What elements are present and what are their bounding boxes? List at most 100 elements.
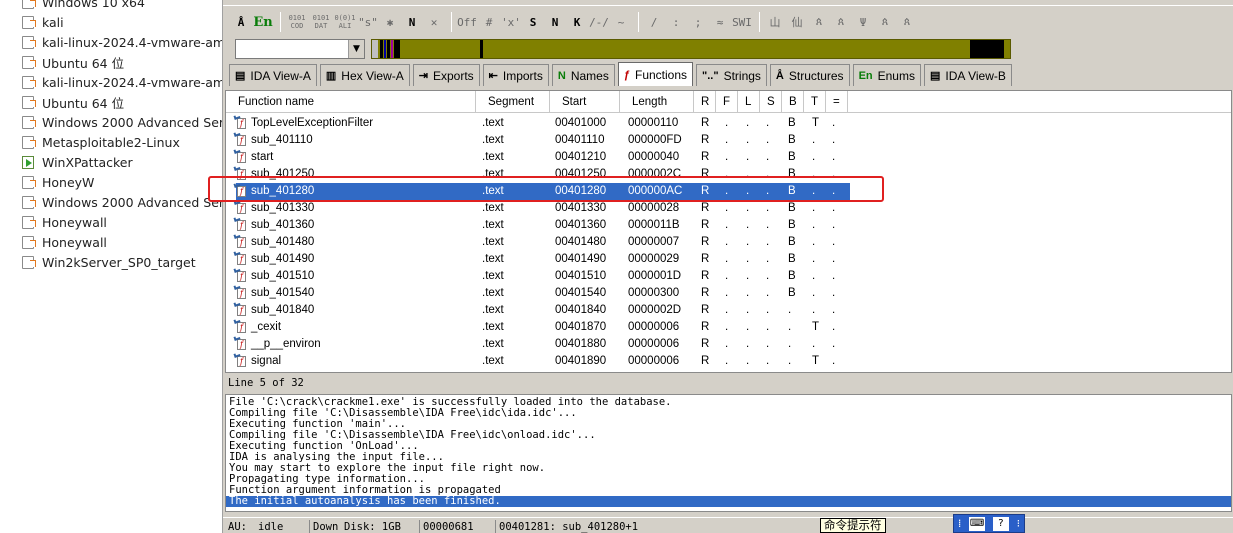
- vm-item[interactable]: Metasploitable2-Linux: [22, 132, 222, 152]
- table-row[interactable]: f sub_401540 .text 00401540 00000300 R... B..: [226, 284, 1231, 302]
- toolbar-button[interactable]: #: [479, 11, 499, 33]
- vm-item[interactable]: Windows 2000 Advanced Server: [22, 192, 222, 212]
- view-tabs: ▤ IDA View-A ▥ Hex View-A ⇥ Exports ⇤ Imports N N…: [229, 62, 1229, 88]
- help-icon[interactable]: ?: [992, 516, 1009, 531]
- toolbar-button[interactable]: ✕: [424, 11, 444, 33]
- vm-item[interactable]: kali-linux-2024.4-vmware-amd64: [22, 72, 222, 92]
- column-header[interactable]: L: [738, 91, 760, 113]
- toolbar-button[interactable]: ✱: [380, 11, 400, 33]
- toolbar-button[interactable]: N: [402, 11, 422, 33]
- vm-item-label: Metasploitable2-Linux: [42, 134, 180, 150]
- table-row[interactable]: f sub_401110 .text 00401110 000000FD R... B..: [226, 131, 1231, 149]
- vm-item-label: WinXPattacker: [42, 154, 133, 170]
- column-header[interactable]: R: [694, 91, 716, 113]
- tab-strings[interactable]: ".." Strings: [696, 64, 767, 86]
- toolbar-button[interactable]: ጰ: [897, 11, 917, 33]
- table-row[interactable]: f signal .text 00401890 00000006 R.... T.: [226, 352, 1231, 370]
- toolbar-button[interactable]: ~: [611, 11, 631, 33]
- table-row[interactable]: f sub_401510 .text 00401510 0000001D R... B..: [226, 267, 1231, 285]
- vm-item[interactable]: WinXPattacker: [22, 152, 222, 172]
- vm-item[interactable]: Honeywall: [22, 232, 222, 252]
- tab-names[interactable]: N Names: [551, 64, 615, 86]
- cell-name: sub_401330: [251, 202, 315, 214]
- vm-item-label: kali-linux-2024.4-vmware-amd64: [42, 74, 222, 90]
- cell-b: .: [788, 321, 792, 333]
- column-header[interactable]: F: [716, 91, 738, 113]
- tab-hex-view-a[interactable]: ▥ Hex View-A: [319, 64, 410, 86]
- navigation-band[interactable]: [371, 39, 1011, 59]
- tab-enums[interactable]: En Enums: [852, 64, 921, 86]
- toolbar-button[interactable]: :: [666, 11, 686, 33]
- vm-item[interactable]: kali-linux-2024.4-vmware-amd64: [22, 32, 222, 52]
- table-row[interactable]: f sub_401840 .text 00401840 0000002D R......: [226, 301, 1231, 319]
- table-row[interactable]: f sub_401360 .text 00401360 0000011B R... B..: [226, 216, 1231, 234]
- vm-item-label: Honeywall: [42, 214, 107, 230]
- toolbar-button[interactable]: S: [523, 11, 543, 33]
- toolbar-button[interactable]: ጰ: [809, 11, 829, 33]
- chevron-down-icon[interactable]: ▼: [348, 40, 364, 58]
- cell-segment: .text: [482, 236, 504, 248]
- toolbar-button[interactable]: SWI: [732, 11, 752, 33]
- toolbar-button[interactable]: /-/: [589, 11, 609, 33]
- toolbar-button[interactable]: "s": [358, 11, 378, 33]
- table-row[interactable]: f sub_401490 .text 00401490 00000029 R... B..: [226, 250, 1231, 268]
- toolbar-button[interactable]: Ψ: [853, 11, 873, 33]
- vm-item[interactable]: HoneyW: [22, 172, 222, 192]
- toolbar-button[interactable]: ጰ: [831, 11, 851, 33]
- toolbar-button[interactable]: N: [545, 11, 565, 33]
- toolbar-button[interactable]: ጰ: [875, 11, 895, 33]
- vm-item[interactable]: Win2kServer_SP0_target: [22, 252, 222, 272]
- table-row[interactable]: f sub_401480 .text 00401480 00000007 R... B..: [226, 233, 1231, 251]
- toolbar-button[interactable]: 0101 DAT: [310, 11, 332, 33]
- cell-s: .: [766, 117, 770, 129]
- column-header[interactable]: T: [804, 91, 826, 113]
- toolbar-button[interactable]: 0(0)1 ALI: [334, 11, 356, 33]
- tab-exports[interactable]: ⇥ Exports: [412, 64, 480, 86]
- table-row[interactable]: f sub_401330 .text 00401330 00000028 R... B..: [226, 199, 1231, 217]
- cell-b: B: [788, 219, 796, 231]
- toolbar-button[interactable]: /: [644, 11, 664, 33]
- vm-item[interactable]: kali: [22, 12, 222, 32]
- toolbar-button[interactable]: 0101 COD: [286, 11, 308, 33]
- tab-functions[interactable]: ƒ Functions: [617, 62, 694, 86]
- table-row[interactable]: f __p__environ .text 00401880 00000006 R.....…: [226, 335, 1231, 353]
- tab-ida-view-a[interactable]: ▤ IDA View-A: [229, 64, 317, 86]
- tab-imports[interactable]: ⇤ Imports: [482, 64, 549, 86]
- segment-select[interactable]: ▼: [235, 39, 365, 59]
- column-header[interactable]: =: [826, 91, 848, 113]
- cell-r: R: [701, 219, 710, 231]
- input-method-tray[interactable]: ⁞ ⌨ ? ⁝: [953, 514, 1025, 533]
- column-header[interactable]: Segment: [476, 91, 550, 113]
- tab-structures[interactable]: Å Structures: [769, 64, 850, 86]
- toolbar-button[interactable]: ;: [688, 11, 708, 33]
- toolbar-button[interactable]: En: [253, 11, 273, 33]
- column-header[interactable]: Start: [550, 91, 620, 113]
- column-header[interactable]: Length: [620, 91, 694, 113]
- vm-item[interactable]: Honeywall: [22, 212, 222, 232]
- toolbar-button[interactable]: K: [567, 11, 587, 33]
- nav-band-cursor: [480, 40, 483, 58]
- toolbar-button[interactable]: Å: [231, 11, 251, 33]
- keyboard-icon[interactable]: ⌨: [969, 516, 986, 531]
- table-row[interactable]: f _cexit .text 00401870 00000006 R.... T.: [226, 318, 1231, 336]
- cell-name: sub_401510: [251, 270, 315, 282]
- vm-item[interactable]: Ubuntu 64 位: [22, 92, 222, 112]
- tab-ida-view-b[interactable]: ▤ IDA View-B: [923, 64, 1012, 86]
- column-header[interactable]: Function name: [226, 91, 476, 113]
- table-row[interactable]: f start .text 00401210 00000040 R... B..: [226, 148, 1231, 166]
- toolbar-button[interactable]: Off: [457, 11, 477, 33]
- output-window[interactable]: File 'C:\crack\crackme1.exe' is successf…: [225, 394, 1232, 512]
- nav-band-marker: [394, 40, 400, 58]
- vm-item[interactable]: Windows 2000 Advanced Server: [22, 112, 222, 132]
- toolbar-button[interactable]: 仙: [787, 11, 807, 33]
- toolbar-button[interactable]: 'x': [501, 11, 521, 33]
- toolbar-button[interactable]: 山: [765, 11, 785, 33]
- toolbar-button[interactable]: ≈: [710, 11, 730, 33]
- table-row[interactable]: f TopLevelExceptionFilter .text 00401000 000…: [226, 114, 1231, 132]
- tray-menu-icon[interactable]: ⁝: [1017, 517, 1021, 530]
- vm-item[interactable]: Ubuntu 64 位: [22, 52, 222, 72]
- column-header[interactable]: B: [782, 91, 804, 113]
- column-header[interactable]: S: [760, 91, 782, 113]
- vm-item[interactable]: Windows 10 x64: [22, 0, 222, 12]
- cell-f: .: [725, 338, 729, 350]
